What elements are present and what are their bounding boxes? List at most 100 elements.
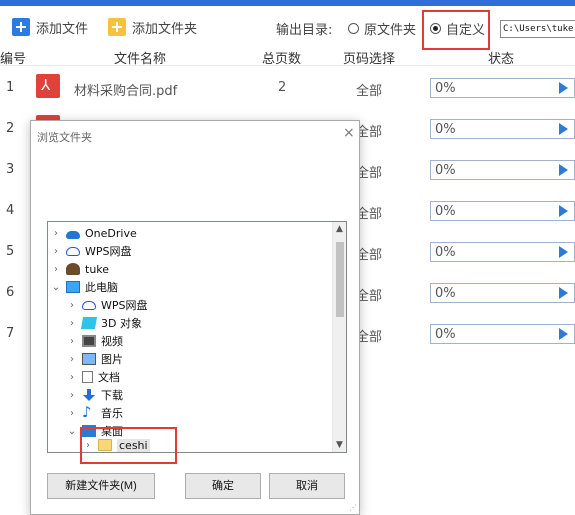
header-range: 页码选择 <box>343 52 396 67</box>
highlight-box-ceshi <box>80 427 177 464</box>
dialog-title: 浏览文件夹 <box>37 131 92 144</box>
table-header: 编号 文件名称 总页数 页码选择 状态 <box>0 44 575 67</box>
tree-item-onedrive[interactable]: › OneDrive <box>50 224 137 242</box>
music-note-icon <box>82 403 96 421</box>
row-pages: 2 <box>278 80 287 95</box>
add-folder-button[interactable]: 添加文件夹 <box>108 16 197 38</box>
resize-grip-icon[interactable]: ⋰ <box>349 503 357 512</box>
play-icon[interactable] <box>559 164 568 176</box>
progress-text: 0% <box>435 286 456 301</box>
header-pages: 总页数 <box>262 52 302 67</box>
wps-cloud-icon <box>66 246 80 256</box>
add-file-label: 添加文件 <box>36 21 89 37</box>
chevron-down-icon[interactable]: ⌄ <box>66 426 78 437</box>
tree-item-this-pc[interactable]: ⌄ 此电脑 <box>50 278 118 296</box>
row-num: 5 <box>6 244 15 259</box>
download-arrow-icon <box>82 389 96 401</box>
chevron-right-icon[interactable]: › <box>50 246 62 257</box>
tree-item-label: 图片 <box>101 353 123 366</box>
computer-icon <box>66 281 80 293</box>
tree-item-label: 下载 <box>101 389 123 402</box>
row-range[interactable]: 全部 <box>356 80 382 99</box>
chevron-right-icon[interactable]: › <box>50 264 62 275</box>
close-icon[interactable]: × <box>343 125 355 141</box>
toolbar: 添加文件 添加文件夹 输出目录: 原文件夹 自定义 C:\Users\tuke <box>0 6 575 50</box>
row-num: 4 <box>6 203 15 218</box>
progress-text: 0% <box>435 163 456 178</box>
progress-bar: 0% <box>430 119 575 139</box>
tree-item-label: 文档 <box>98 371 120 384</box>
ok-button[interactable]: 确定 <box>185 473 261 499</box>
chevron-right-icon[interactable]: › <box>66 336 78 347</box>
add-file-icon <box>12 18 30 36</box>
scroll-up-icon[interactable]: ▲ <box>336 224 343 234</box>
play-icon[interactable] <box>559 246 568 258</box>
progress-bar: 0% <box>430 324 575 344</box>
chevron-right-icon[interactable]: › <box>66 354 78 365</box>
wps-cloud-icon <box>82 300 96 310</box>
chevron-right-icon[interactable]: › <box>50 228 62 239</box>
add-file-button[interactable]: 添加文件 <box>12 16 88 38</box>
play-icon[interactable] <box>559 82 568 94</box>
tree-item-label: 音乐 <box>101 407 123 420</box>
tree-item-3d-objects[interactable]: › 3D 对象 <box>66 314 142 332</box>
folder-tree[interactable]: › OneDrive › WPS网盘 › tuke ⌄ 此电脑 › WPS网盘 … <box>47 221 347 453</box>
play-icon[interactable] <box>559 123 568 135</box>
header-num: 编号 <box>0 52 27 67</box>
tree-item-downloads[interactable]: › 下载 <box>66 386 123 404</box>
progress-text: 0% <box>435 81 456 96</box>
progress-text: 0% <box>435 204 456 219</box>
pdf-file-icon <box>36 74 60 98</box>
add-folder-label: 添加文件夹 <box>132 21 198 37</box>
table-row[interactable]: 1 材料采购合同.pdf 2 全部 0% <box>0 68 575 109</box>
tree-item-label: 3D 对象 <box>101 317 142 330</box>
progress-bar: 0% <box>430 160 575 180</box>
cancel-button[interactable]: 取消 <box>269 473 345 499</box>
tree-item-pc-wps[interactable]: › WPS网盘 <box>66 296 148 314</box>
radio-original-folder[interactable]: 原文件夹 <box>348 19 416 38</box>
radio-circle <box>348 23 359 34</box>
tree-item-label: WPS网盘 <box>101 299 148 312</box>
add-folder-icon <box>108 18 126 36</box>
play-icon[interactable] <box>559 287 568 299</box>
tree-scrollbar[interactable]: ▲ ▼ <box>332 222 346 452</box>
video-film-icon <box>82 335 96 347</box>
progress-bar: 0% <box>430 78 575 98</box>
tree-item-label: OneDrive <box>85 226 137 240</box>
row-num: 1 <box>6 80 15 95</box>
document-icon <box>82 371 93 383</box>
chevron-right-icon[interactable]: › <box>66 408 78 419</box>
chevron-right-icon[interactable]: › <box>66 318 78 329</box>
tree-item-pictures[interactable]: › 图片 <box>66 350 123 368</box>
chevron-right-icon[interactable]: › <box>66 390 78 401</box>
header-status: 状态 <box>488 52 515 67</box>
tree-item-label: 此电脑 <box>85 281 118 294</box>
tree-item-label: 视频 <box>101 335 123 348</box>
radio-original-label: 原文件夹 <box>364 23 417 38</box>
progress-text: 0% <box>435 245 456 260</box>
tree-item-user[interactable]: › tuke <box>50 260 109 278</box>
scrollbar-thumb[interactable] <box>336 242 344 317</box>
chevron-right-icon[interactable]: › <box>66 372 78 383</box>
tree-item-music[interactable]: › 音乐 <box>66 403 123 422</box>
chevron-down-icon[interactable]: ⌄ <box>50 282 62 293</box>
header-name: 文件名称 <box>114 52 167 67</box>
row-num: 6 <box>6 285 15 300</box>
tree-item-label: tuke <box>85 262 110 276</box>
new-folder-button[interactable]: 新建文件夹(M) <box>47 473 155 499</box>
progress-bar: 0% <box>430 201 575 221</box>
tree-item-wps-cloud[interactable]: › WPS网盘 <box>50 242 132 260</box>
row-num: 7 <box>6 326 15 341</box>
cube-3d-icon <box>80 317 98 329</box>
scroll-down-icon[interactable]: ▼ <box>336 440 343 450</box>
progress-bar: 0% <box>430 242 575 262</box>
output-path-input[interactable]: C:\Users\tuke <box>500 20 575 38</box>
tree-item-videos[interactable]: › 视频 <box>66 332 123 350</box>
progress-bar: 0% <box>430 283 575 303</box>
chevron-right-icon[interactable]: › <box>66 300 78 311</box>
tree-item-documents[interactable]: › 文档 <box>66 368 120 386</box>
row-num: 2 <box>6 121 15 136</box>
play-icon[interactable] <box>559 328 568 340</box>
tree-item-label: WPS网盘 <box>85 245 132 258</box>
play-icon[interactable] <box>559 205 568 217</box>
